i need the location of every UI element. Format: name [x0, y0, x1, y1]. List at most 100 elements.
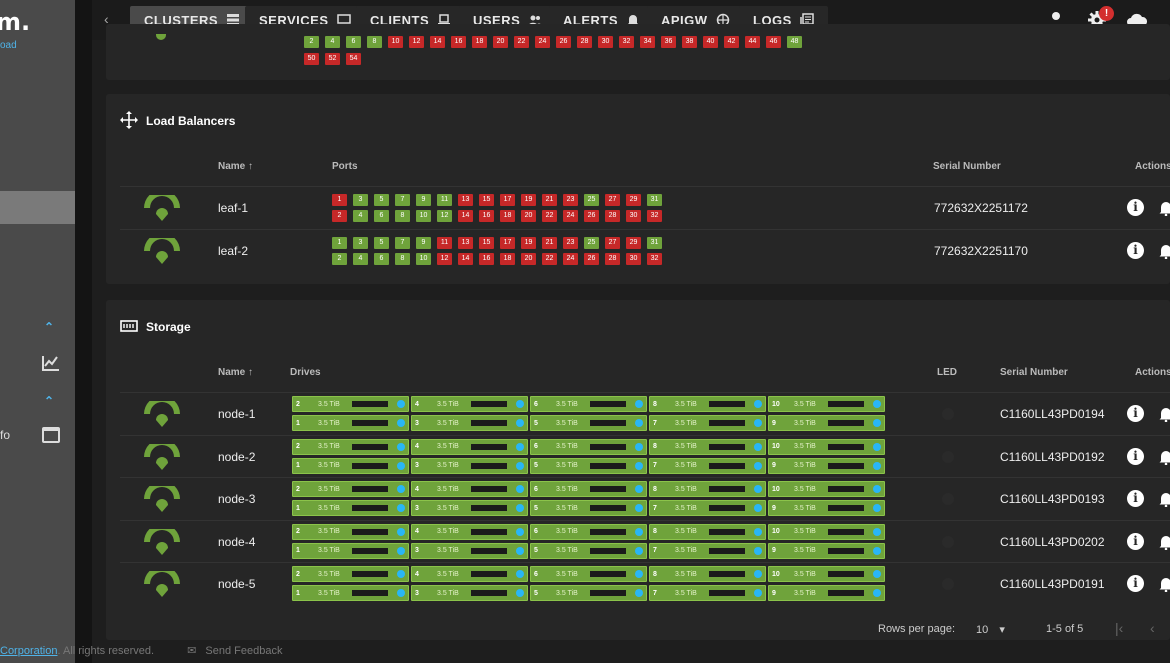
port-indicator[interactable]: 2	[332, 210, 347, 222]
port-indicator[interactable]: 10	[388, 36, 403, 48]
port-indicator[interactable]: 34	[640, 36, 655, 48]
sidebar-item-label[interactable]: fo	[0, 428, 10, 442]
device-name[interactable]: node-1	[218, 407, 255, 421]
drive-slot[interactable]: 1 3.5 TiB	[292, 457, 409, 474]
info-icon[interactable]: i	[1127, 242, 1144, 259]
port-indicator[interactable]: 9	[416, 194, 431, 206]
port-indicator[interactable]: 27	[605, 194, 620, 206]
port-indicator[interactable]: 25	[584, 194, 599, 206]
port-indicator[interactable]: 21	[542, 194, 557, 206]
drive-slot[interactable]: 7 3.5 TiB	[649, 500, 766, 516]
chart-icon[interactable]	[41, 354, 61, 372]
port-indicator[interactable]: 4	[353, 253, 368, 265]
led-indicator[interactable]	[942, 408, 954, 420]
info-icon[interactable]: i	[1127, 199, 1144, 216]
port-indicator[interactable]: 26	[556, 36, 571, 48]
port-indicator[interactable]: 28	[577, 36, 592, 48]
drive-slot[interactable]: 6 3.5 TiB	[530, 523, 647, 540]
port-indicator[interactable]: 26	[584, 210, 599, 222]
port-indicator[interactable]: 16	[479, 253, 494, 265]
drive-slot[interactable]: 2 3.5 TiB	[292, 481, 409, 497]
drive-slot[interactable]: 6 3.5 TiB	[530, 566, 647, 582]
device-name[interactable]: leaf-1	[218, 201, 248, 215]
drive-slot[interactable]: 8 3.5 TiB	[649, 566, 766, 582]
port-indicator[interactable]: 6	[374, 253, 389, 265]
port-indicator[interactable]: 7	[395, 237, 410, 249]
send-feedback-link[interactable]: Send Feedback	[205, 645, 282, 657]
chevron-up-icon[interactable]: ⌃	[44, 320, 54, 334]
drive-slot[interactable]: 7 3.5 TiB	[649, 415, 766, 431]
port-indicator[interactable]: 29	[626, 194, 641, 206]
port-indicator[interactable]: 44	[745, 36, 760, 48]
port-indicator[interactable]: 3	[353, 194, 368, 206]
port-indicator[interactable]: 52	[325, 53, 340, 65]
device-name[interactable]: node-4	[218, 535, 255, 549]
drive-slot[interactable]: 5 3.5 TiB	[530, 457, 647, 474]
drive-slot[interactable]: 3 3.5 TiB	[411, 500, 528, 516]
bell-icon[interactable]	[1159, 534, 1170, 550]
drive-slot[interactable]: 9 3.5 TiB	[768, 585, 885, 601]
port-indicator[interactable]: 9	[416, 237, 431, 249]
drive-slot[interactable]: 5 3.5 TiB	[530, 585, 647, 601]
first-page-icon[interactable]: |‹	[1115, 620, 1123, 636]
port-indicator[interactable]: 20	[521, 253, 536, 265]
drive-slot[interactable]: 8 3.5 TiB	[649, 438, 766, 455]
port-indicator[interactable]: 19	[521, 194, 536, 206]
port-indicator[interactable]: 17	[500, 194, 515, 206]
port-indicator[interactable]: 17	[500, 237, 515, 249]
port-indicator[interactable]: 5	[374, 237, 389, 249]
table-row[interactable]: node-5 2 3.5 TiB 4 3.5 TiB 6 3.5 TiB 8 3.5 TiB 1…	[120, 562, 1170, 604]
bell-icon[interactable]	[1159, 449, 1170, 465]
drive-slot[interactable]: 8 3.5 TiB	[649, 396, 766, 412]
drive-slot[interactable]: 1 3.5 TiB	[292, 500, 409, 516]
bell-icon[interactable]	[1159, 576, 1170, 592]
table-row[interactable]: node-4 2 3.5 TiB 4 3.5 TiB 6 3.5 TiB 8 3.5 TiB 1…	[120, 519, 1170, 562]
table-row[interactable]: node-1 2 3.5 TiB 4 3.5 TiB 6 3.5 TiB 8 3.5 TiB 1…	[120, 392, 1170, 434]
port-indicator[interactable]: 12	[437, 253, 452, 265]
port-indicator[interactable]: 12	[437, 210, 452, 222]
port-indicator[interactable]: 20	[493, 36, 508, 48]
port-indicator[interactable]: 6	[346, 36, 361, 48]
info-icon[interactable]: i	[1127, 575, 1144, 592]
led-indicator[interactable]	[942, 578, 954, 590]
info-icon[interactable]: i	[1127, 490, 1144, 507]
drive-slot[interactable]: 1 3.5 TiB	[292, 415, 409, 431]
drive-slot[interactable]: 2 3.5 TiB	[292, 438, 409, 455]
drive-slot[interactable]: 2 3.5 TiB	[292, 523, 409, 540]
port-indicator[interactable]: 46	[766, 36, 781, 48]
port-indicator[interactable]: 23	[563, 194, 578, 206]
bell-icon[interactable]	[1159, 406, 1170, 422]
window-icon[interactable]	[41, 426, 61, 444]
drive-slot[interactable]: 2 3.5 TiB	[292, 396, 409, 412]
port-indicator[interactable]: 14	[458, 210, 473, 222]
port-indicator[interactable]: 25	[584, 237, 599, 249]
port-indicator[interactable]: 27	[605, 237, 620, 249]
port-indicator[interactable]: 1	[332, 194, 347, 206]
column-header-name[interactable]: Name ↑	[218, 367, 253, 378]
bell-icon[interactable]	[1159, 491, 1170, 507]
drive-slot[interactable]: 7 3.5 TiB	[649, 542, 766, 559]
drive-slot[interactable]: 4 3.5 TiB	[411, 523, 528, 540]
port-indicator[interactable]: 13	[458, 237, 473, 249]
column-header-name[interactable]: Name ↑	[218, 161, 253, 172]
drive-slot[interactable]: 7 3.5 TiB	[649, 585, 766, 601]
port-indicator[interactable]: 24	[535, 36, 550, 48]
drive-slot[interactable]: 3 3.5 TiB	[411, 415, 528, 431]
port-indicator[interactable]: 32	[647, 210, 662, 222]
port-indicator[interactable]: 15	[479, 194, 494, 206]
port-indicator[interactable]: 30	[626, 210, 641, 222]
drive-slot[interactable]: 9 3.5 TiB	[768, 457, 885, 474]
device-name[interactable]: leaf-2	[218, 244, 248, 258]
drive-slot[interactable]: 4 3.5 TiB	[411, 566, 528, 582]
port-indicator[interactable]: 42	[724, 36, 739, 48]
drive-slot[interactable]: 4 3.5 TiB	[411, 438, 528, 455]
drive-slot[interactable]: 7 3.5 TiB	[649, 457, 766, 474]
port-indicator[interactable]: 19	[521, 237, 536, 249]
port-indicator[interactable]: 16	[479, 210, 494, 222]
led-indicator[interactable]	[942, 493, 954, 505]
drive-slot[interactable]: 6 3.5 TiB	[530, 396, 647, 412]
port-indicator[interactable]: 2	[304, 36, 319, 48]
port-indicator[interactable]: 28	[605, 210, 620, 222]
port-indicator[interactable]: 24	[563, 210, 578, 222]
port-indicator[interactable]: 18	[500, 253, 515, 265]
